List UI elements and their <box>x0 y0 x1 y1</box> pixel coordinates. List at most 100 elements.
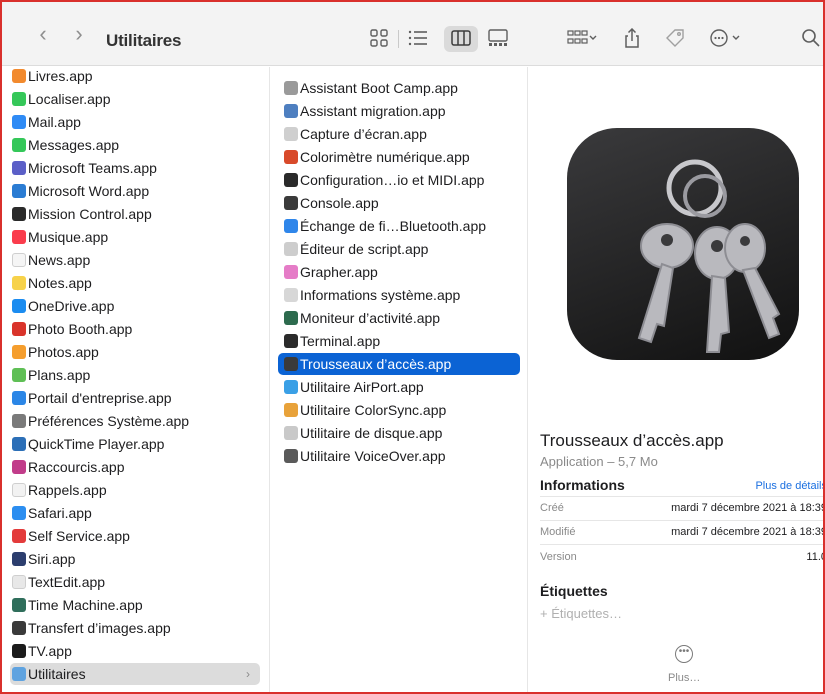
utilities-column[interactable]: Assistant Boot Camp.app Assistant migrati… <box>270 67 528 692</box>
item-label: Mission Control.app <box>28 206 152 222</box>
back-button[interactable]: ‹ <box>32 23 54 46</box>
app-list-item[interactable]: News.app <box>10 249 260 271</box>
app-list-item[interactable]: Siri.app <box>10 548 260 570</box>
app-list-item[interactable]: TV.app <box>10 640 260 662</box>
item-label: Transfert d’images.app <box>28 620 171 636</box>
utility-list-item[interactable]: Assistant migration.app <box>278 100 520 122</box>
column-view-icon <box>450 28 472 48</box>
list-view-icon[interactable] <box>407 28 429 48</box>
app-list-item[interactable]: Microsoft Word.app <box>10 180 260 202</box>
midi-icon <box>284 173 298 187</box>
more-details-link[interactable]: Plus de détails <box>755 480 823 492</box>
app-list-item[interactable]: Self Service.app <box>10 525 260 547</box>
app-list-item[interactable]: Microsoft Teams.app <box>10 157 260 179</box>
app-list-item[interactable]: Notes.app <box>10 272 260 294</box>
more-actions-icon[interactable] <box>709 28 743 48</box>
created-label: Créé <box>540 502 564 514</box>
utility-list-item[interactable]: Éditeur de script.app <box>278 238 520 260</box>
utility-list-item[interactable]: Colorimètre numérique.app <box>278 146 520 168</box>
bluetooth-icon <box>284 219 298 233</box>
app-list-item[interactable]: QuickTime Player.app <box>10 433 260 455</box>
books-icon <box>12 69 26 83</box>
utility-list-item[interactable]: Utilitaire VoiceOver.app <box>278 445 520 467</box>
app-list-item[interactable]: TextEdit.app <box>10 571 260 593</box>
textedit-icon <box>12 575 26 589</box>
item-label: Grapher.app <box>300 264 378 280</box>
modified-label: Modifié <box>540 526 576 538</box>
utility-list-item[interactable]: Utilitaire ColorSync.app <box>278 399 520 421</box>
activity-monitor-icon <box>284 311 298 325</box>
utility-list-item[interactable]: Terminal.app <box>278 330 520 352</box>
utility-list-item[interactable]: Configuration…io et MIDI.app <box>278 169 520 191</box>
share-icon[interactable] <box>621 28 643 48</box>
app-list-item[interactable]: Plans.app <box>10 364 260 386</box>
disk-utility-icon <box>284 426 298 440</box>
utility-list-item[interactable]: Trousseaux d’accès.app <box>278 353 520 375</box>
item-label: Utilitaire de disque.app <box>300 425 443 441</box>
more-button[interactable]: ••• <box>675 645 693 663</box>
utility-list-item[interactable]: Assistant Boot Camp.app <box>278 77 520 99</box>
app-list-item[interactable]: Messages.app <box>10 134 260 156</box>
app-list-item[interactable]: Mail.app <box>10 111 260 133</box>
siri-icon <box>12 552 26 566</box>
script-editor-icon <box>284 242 298 256</box>
utility-list-item[interactable]: Capture d’écran.app <box>278 123 520 145</box>
utility-list-item[interactable]: Console.app <box>278 192 520 214</box>
item-label: Localiser.app <box>28 91 111 107</box>
item-label: Console.app <box>300 195 379 211</box>
tag-icon[interactable] <box>664 28 686 48</box>
color-meter-icon <box>284 150 298 164</box>
chevron-right-icon: › <box>246 667 250 681</box>
utility-list-item[interactable]: Informations système.app <box>278 284 520 306</box>
utility-list-item[interactable]: Utilitaire AirPort.app <box>278 376 520 398</box>
word-icon <box>12 184 26 198</box>
item-label: Préférences Système.app <box>28 413 190 429</box>
item-label: Portail d'entreprise.app <box>28 390 172 406</box>
app-list-item[interactable]: Livres.app <box>10 67 260 87</box>
keychain-icon <box>284 357 298 371</box>
quicktime-icon <box>12 437 26 451</box>
item-label: Colorimètre numérique.app <box>300 149 470 165</box>
app-list-item[interactable]: Raccourcis.app <box>10 456 260 478</box>
utility-list-item[interactable]: Moniteur d’activité.app <box>278 307 520 329</box>
app-list-item[interactable]: Mission Control.app <box>10 203 260 225</box>
icon-view-icon[interactable] <box>368 28 390 48</box>
item-label: Assistant migration.app <box>300 103 446 119</box>
group-by-icon[interactable] <box>567 28 597 48</box>
item-label: OneDrive.app <box>28 298 115 314</box>
utility-list-item[interactable]: Échange de fi…Bluetooth.app <box>278 215 520 237</box>
item-label: Informations système.app <box>300 287 461 303</box>
item-label: Messages.app <box>28 137 120 153</box>
app-list-item[interactable]: Portail d'entreprise.app <box>10 387 260 409</box>
shortcuts-icon <box>12 460 26 474</box>
app-list-item[interactable]: Safari.app <box>10 502 260 524</box>
item-label: Assistant Boot Camp.app <box>300 80 458 96</box>
add-tags-field[interactable]: + Étiquettes… <box>540 606 622 621</box>
app-list-item[interactable]: OneDrive.app <box>10 295 260 317</box>
forward-button[interactable]: › <box>68 23 90 46</box>
voiceover-icon <box>284 449 298 463</box>
gallery-view-icon[interactable] <box>487 28 509 48</box>
item-label: Échange de fi…Bluetooth.app <box>300 218 487 234</box>
app-list-item[interactable]: Photos.app <box>10 341 260 363</box>
item-label: Plans.app <box>28 367 91 383</box>
item-label: Terminal.app <box>300 333 381 349</box>
console-icon <box>284 196 298 210</box>
item-label: Photo Booth.app <box>28 321 133 337</box>
applications-column[interactable]: Livres.app Localiser.app Mail.app Messages.… <box>2 67 270 692</box>
app-list-item[interactable]: Photo Booth.app <box>10 318 260 340</box>
app-list-item[interactable]: Musique.app <box>10 226 260 248</box>
utility-list-item[interactable]: Utilitaire de disque.app <box>278 422 520 444</box>
app-list-item[interactable]: Rappels.app <box>10 479 260 501</box>
item-label: Livres.app <box>28 68 93 84</box>
utility-list-item[interactable]: Grapher.app <box>278 261 520 283</box>
app-list-item[interactable]: Préférences Système.app <box>10 410 260 432</box>
app-list-item[interactable]: Transfert d’images.app <box>10 617 260 639</box>
item-label: Self Service.app <box>28 528 130 544</box>
search-icon[interactable] <box>800 28 822 48</box>
item-label: Trousseaux d’accès.app <box>300 356 452 372</box>
app-list-item[interactable]: Localiser.app <box>10 88 260 110</box>
music-icon <box>12 230 26 244</box>
app-list-item[interactable]: Utilitaires › <box>10 663 260 685</box>
app-list-item[interactable]: Time Machine.app <box>10 594 260 616</box>
